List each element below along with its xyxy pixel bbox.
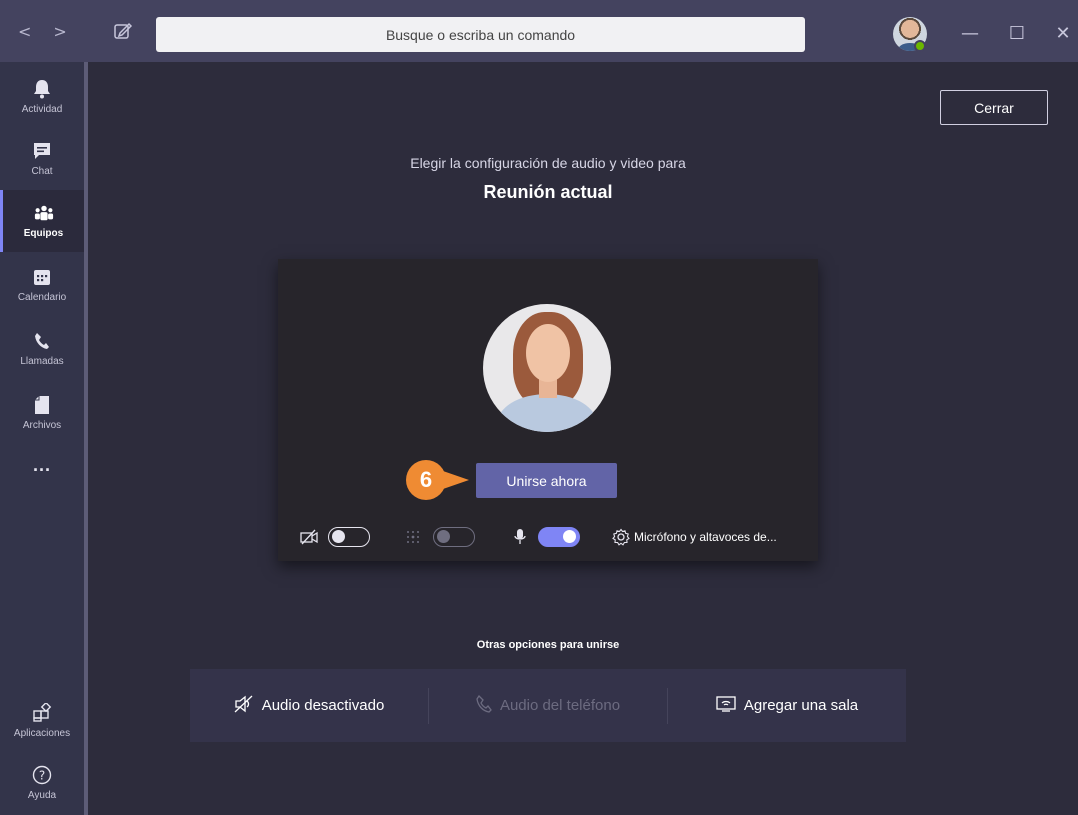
option-label: Audio del teléfono	[499, 697, 621, 714]
rail-item-archivos[interactable]: Archivos	[0, 382, 84, 444]
back-icon[interactable]: <	[18, 22, 31, 41]
teams-window: < > Busque o escriba un comando — ☐ ✕ Ac…	[0, 0, 1078, 815]
rail-item-ayuda[interactable]: ? Ayuda	[0, 752, 84, 814]
device-controls: Micrófono y altavoces de...	[278, 522, 818, 552]
rail-label: Llamadas	[20, 356, 64, 367]
background-blur-toggle[interactable]	[433, 527, 475, 547]
rail-item-equipos[interactable]: Equipos	[0, 190, 84, 252]
minimize-button[interactable]: —	[955, 18, 985, 48]
file-icon	[32, 395, 52, 415]
other-join-options: Audio desactivado Audio del teléfono Agr…	[190, 669, 906, 742]
meeting-title: Reunión actual	[483, 182, 613, 202]
speaker-off-icon	[234, 695, 254, 717]
title-bar: < > Busque o escriba un comando — ☐ ✕	[0, 0, 1078, 62]
presence-available-icon	[914, 40, 926, 52]
phone-icon	[32, 331, 52, 351]
join-now-button[interactable]: Unirse ahora	[476, 463, 617, 498]
maximize-button[interactable]: ☐	[1002, 18, 1032, 48]
rail-label: Archivos	[22, 420, 62, 431]
bell-icon	[32, 79, 52, 99]
history-nav: < >	[18, 22, 67, 41]
microphone-icon	[511, 528, 529, 546]
rail-label: Aplicaciones	[13, 728, 71, 739]
rail-label: Calendario	[17, 292, 67, 303]
pre-join-screen: Cerrar Elegir la configuración de audio …	[88, 62, 1078, 815]
prejoin-subtitle: Elegir la configuración de audio y video…	[410, 155, 686, 171]
more-icon: ···	[33, 459, 51, 480]
forward-icon[interactable]: >	[53, 22, 66, 41]
cast-icon	[716, 695, 736, 716]
calendar-icon	[32, 267, 52, 287]
rail-label: Actividad	[21, 104, 63, 115]
rail-label: Ayuda	[27, 790, 57, 801]
camera-toggle[interactable]	[328, 527, 370, 547]
compose-icon[interactable]	[112, 20, 134, 42]
video-preview: 6 Unirse ahora Micrófono y altavoces de.…	[278, 259, 818, 561]
close-window-button[interactable]: ✕	[1048, 18, 1078, 48]
apps-icon	[32, 703, 52, 723]
rail-label: Equipos	[23, 228, 64, 239]
phone-audio-option[interactable]: Audio del teléfono	[429, 686, 667, 726]
user-photo	[483, 304, 611, 432]
chat-icon	[32, 141, 52, 161]
rail-item-calendario[interactable]: Calendario	[0, 254, 84, 316]
rail-label: Chat	[31, 166, 53, 177]
audio-device-select[interactable]: Micrófono y altavoces de...	[634, 530, 777, 544]
teams-icon	[34, 203, 54, 223]
microphone-toggle[interactable]	[538, 527, 580, 547]
more-apps-button[interactable]: ···	[0, 442, 84, 498]
other-options-title: Otras opciones para unirse	[476, 639, 620, 651]
add-room-option[interactable]: Agregar una sala	[668, 686, 906, 726]
step-callout: 6	[406, 460, 446, 500]
audio-off-option[interactable]: Audio desactivado	[190, 686, 428, 726]
close-button[interactable]: Cerrar	[940, 90, 1048, 125]
help-icon: ?	[32, 765, 52, 785]
rail-item-actividad[interactable]: Actividad	[0, 66, 84, 128]
rail-item-chat[interactable]: Chat	[0, 128, 84, 190]
search-placeholder: Busque o escriba un comando	[385, 26, 576, 43]
svg-text:?: ?	[39, 769, 45, 783]
option-label: Agregar una sala	[743, 697, 859, 714]
option-label: Audio desactivado	[261, 697, 385, 714]
camera-off-icon	[300, 528, 318, 546]
rail-item-aplicaciones[interactable]: Aplicaciones	[0, 690, 84, 752]
phone-icon	[476, 694, 492, 717]
callout-arrow	[443, 471, 469, 489]
app-rail: Actividad Chat Equipos Calendario Llamad…	[0, 62, 84, 815]
background-blur-icon	[404, 528, 422, 546]
rail-item-llamadas[interactable]: Llamadas	[0, 318, 84, 380]
command-search-input[interactable]: Busque o escriba un comando	[156, 17, 805, 52]
gear-icon[interactable]	[612, 528, 630, 546]
